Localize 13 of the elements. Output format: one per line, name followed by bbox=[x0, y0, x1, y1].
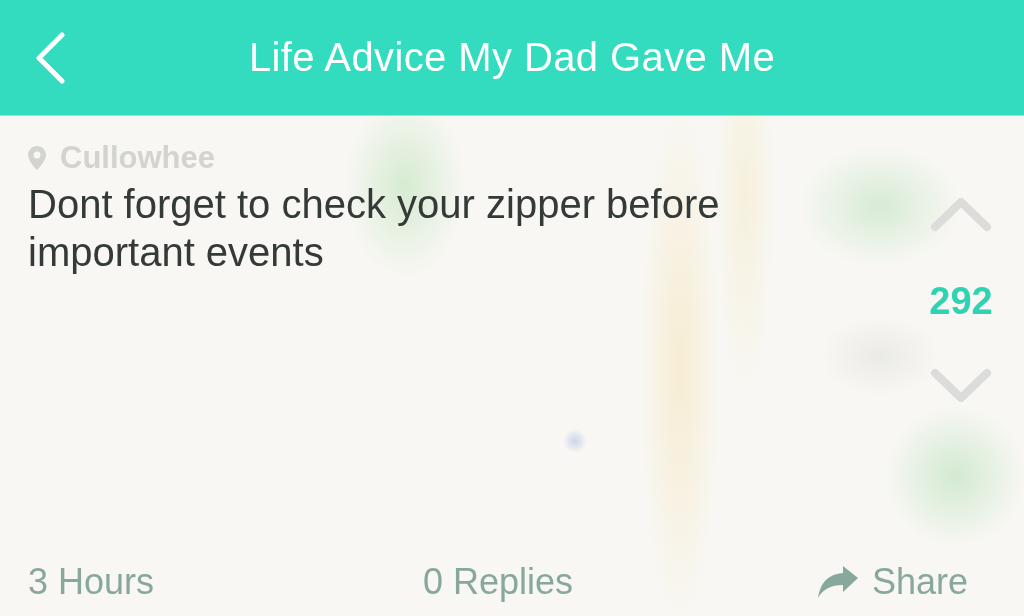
up-chevron-icon bbox=[930, 196, 992, 232]
down-chevron-icon bbox=[930, 368, 992, 404]
page-title: Life Advice My Dad Gave Me bbox=[248, 35, 776, 80]
back-chevron-icon bbox=[35, 31, 65, 84]
upvote-button[interactable] bbox=[930, 195, 992, 233]
location-pin-icon bbox=[28, 146, 46, 170]
downvote-button[interactable] bbox=[930, 367, 992, 405]
replies-link[interactable]: 0 Replies bbox=[422, 560, 574, 604]
share-button[interactable]: Share bbox=[817, 560, 968, 604]
post-message: Dont forget to check your zipper before important events bbox=[28, 181, 721, 276]
vote-count: 292 bbox=[929, 279, 993, 323]
share-arrow-icon bbox=[817, 566, 858, 598]
post-age: 3 Hours bbox=[28, 560, 155, 604]
